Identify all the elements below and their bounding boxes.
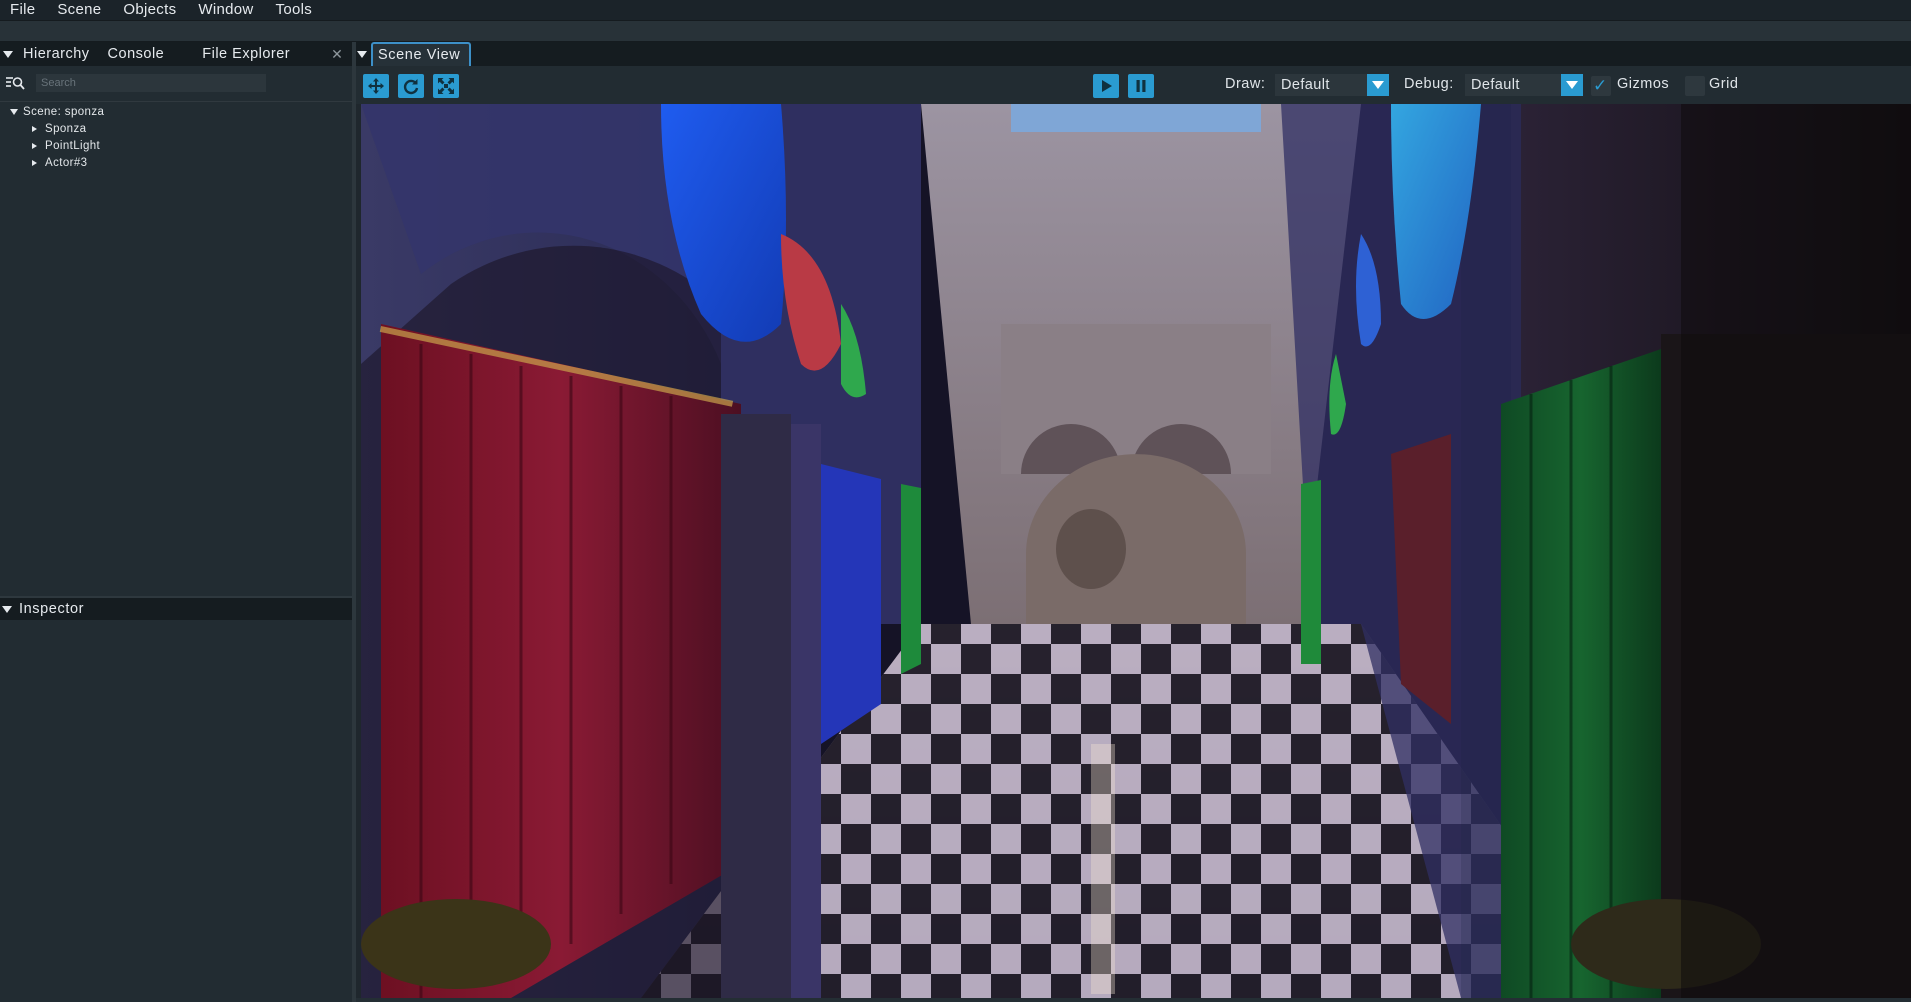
tab-file-explorer[interactable]: File Explorer — [193, 42, 299, 66]
tab-console[interactable]: Console — [99, 42, 174, 66]
tree-item-label: Sponza — [45, 123, 87, 135]
gizmos-label: Gizmos — [1617, 76, 1670, 92]
chevron-down-icon[interactable] — [1561, 74, 1583, 96]
hierarchy-tree: Scene: sponza Sponza PointLight Actor#3 — [0, 104, 352, 172]
tree-item-scene[interactable]: Scene: sponza — [0, 104, 352, 121]
expand-down-icon[interactable] — [10, 109, 18, 115]
left-panel-tabbar: Hierarchy Console File Explorer ✕ — [0, 42, 352, 66]
inspector-title: Inspector — [19, 601, 85, 617]
menu-window[interactable]: Window — [187, 0, 264, 20]
scale-expand-icon — [438, 78, 454, 94]
collapse-triangle-icon[interactable] — [2, 605, 12, 613]
divider — [0, 101, 352, 102]
rotate-icon — [403, 79, 419, 95]
grid-checkbox[interactable] — [1685, 76, 1705, 96]
expand-right-icon[interactable] — [32, 126, 37, 132]
tree-item-actor3[interactable]: Actor#3 — [0, 155, 352, 172]
rendered-scene-image — [361, 104, 1911, 998]
draw-mode-value: Default — [1281, 77, 1330, 93]
left-dock: Hierarchy Console File Explorer ✕ Scene:… — [0, 42, 352, 1002]
tab-hierarchy[interactable]: Hierarchy — [19, 42, 99, 66]
menu-bar: File Scene Objects Window Tools — [0, 0, 1911, 20]
expand-right-icon[interactable] — [32, 160, 37, 166]
scene-tabbar: Scene View — [356, 42, 1911, 66]
tree-item-label: PointLight — [45, 140, 101, 152]
play-icon — [1102, 80, 1112, 92]
menu-file[interactable]: File — [0, 0, 46, 20]
search-input[interactable] — [36, 74, 266, 92]
debug-mode-value: Default — [1471, 77, 1520, 93]
toolstrip — [0, 20, 1911, 42]
draw-label: Draw: — [1225, 76, 1266, 92]
chevron-down-icon[interactable] — [1367, 74, 1389, 96]
tree-item-sponza[interactable]: Sponza — [0, 121, 352, 138]
scene-viewport[interactable] — [361, 104, 1911, 998]
collapse-triangle-icon[interactable] — [357, 51, 367, 58]
menu-tools[interactable]: Tools — [265, 0, 324, 20]
rotate-tool-button[interactable] — [398, 74, 424, 98]
checkmark-icon: ✓ — [1593, 76, 1608, 95]
scale-tool-button[interactable] — [433, 74, 459, 98]
close-icon[interactable]: ✕ — [330, 47, 344, 61]
move-arrows-icon — [368, 78, 384, 94]
inspector-header[interactable]: Inspector — [0, 596, 352, 620]
tree-item-label: Actor#3 — [45, 157, 88, 169]
draw-mode-dropdown[interactable]: Default — [1275, 74, 1389, 96]
tab-scene-view[interactable]: Scene View — [371, 42, 471, 66]
expand-right-icon[interactable] — [32, 143, 37, 149]
tree-item-label: Scene: sponza — [23, 106, 105, 118]
menu-scene[interactable]: Scene — [46, 0, 112, 20]
scene-toolbar: Draw: Default Debug: Default ✓ Gizmos Gr… — [356, 66, 1911, 104]
gizmos-checkbox[interactable]: ✓ — [1591, 76, 1611, 96]
debug-mode-dropdown[interactable]: Default — [1465, 74, 1583, 96]
pause-icon — [1136, 80, 1146, 92]
move-tool-button[interactable] — [363, 74, 389, 98]
viewport-bottom-border — [356, 998, 1911, 1002]
menu-objects[interactable]: Objects — [112, 0, 187, 20]
pause-button[interactable] — [1128, 74, 1154, 98]
search-icon — [6, 77, 25, 90]
debug-label: Debug: — [1404, 76, 1454, 92]
hierarchy-search-row — [0, 70, 352, 98]
collapse-triangle-icon[interactable] — [3, 50, 13, 58]
tree-item-pointlight[interactable]: PointLight — [0, 138, 352, 155]
dock-splitter[interactable] — [352, 42, 356, 1002]
editor-window: File Scene Objects Window Tools Hierarch… — [0, 0, 1911, 1002]
grid-label: Grid — [1709, 76, 1739, 92]
play-button[interactable] — [1093, 74, 1119, 98]
